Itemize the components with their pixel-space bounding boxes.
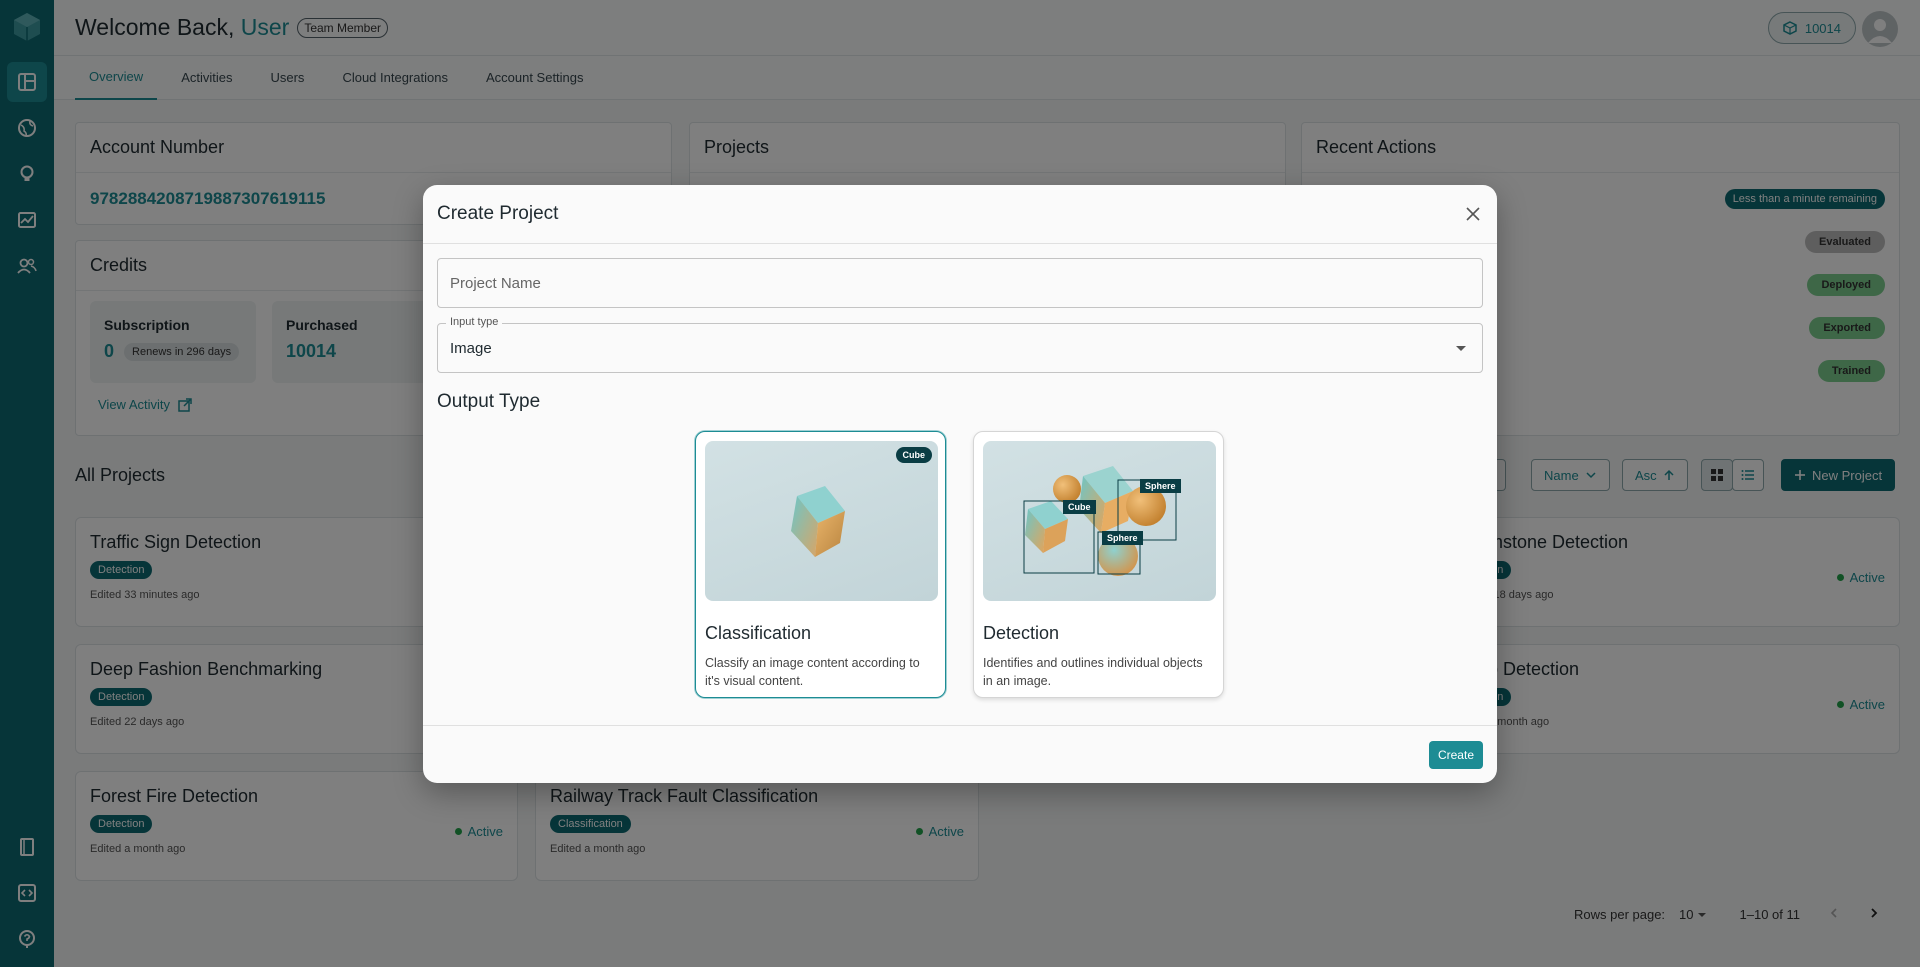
dialog-header: Create Project [423, 185, 1497, 244]
option-description: Classify an image content according to i… [705, 656, 920, 688]
output-option-classification[interactable]: Cube Classification Classify an image co… [695, 431, 946, 698]
detection-shapes-icon [1023, 466, 1177, 576]
project-name-field[interactable] [437, 258, 1483, 308]
output-type-title: Output Type [437, 391, 541, 412]
input-type-select[interactable]: Input type Image [437, 316, 1483, 373]
project-name-input[interactable] [450, 274, 1482, 292]
detection-illustration: Sphere Cube Sphere [983, 441, 1216, 601]
dialog-title: Create Project [437, 203, 559, 224]
option-name: Classification [705, 623, 812, 643]
tag-label: Sphere [1140, 479, 1181, 493]
close-button[interactable] [1463, 204, 1483, 224]
tag-label: Cube [1063, 500, 1096, 514]
input-type-value: Image [450, 339, 492, 357]
output-option-detection[interactable]: Sphere Cube Sphere Detection Identifies … [973, 431, 1224, 698]
classification-illustration: Cube [705, 441, 938, 601]
tag-label: Sphere [1102, 531, 1143, 545]
cube-illustration-icon [791, 486, 845, 557]
input-type-label: Input type [446, 316, 503, 328]
dropdown-arrow-icon [1456, 346, 1466, 351]
tag-label: Cube [895, 447, 932, 463]
create-project-dialog: Create Project Input type Image Output T… [423, 185, 1497, 783]
create-button[interactable]: Create [1428, 741, 1483, 769]
option-name: Detection [983, 623, 1060, 643]
close-icon [1466, 207, 1480, 221]
dialog-footer: Create [423, 725, 1497, 783]
option-description: Identifies and outlines individual objec… [983, 656, 1203, 688]
